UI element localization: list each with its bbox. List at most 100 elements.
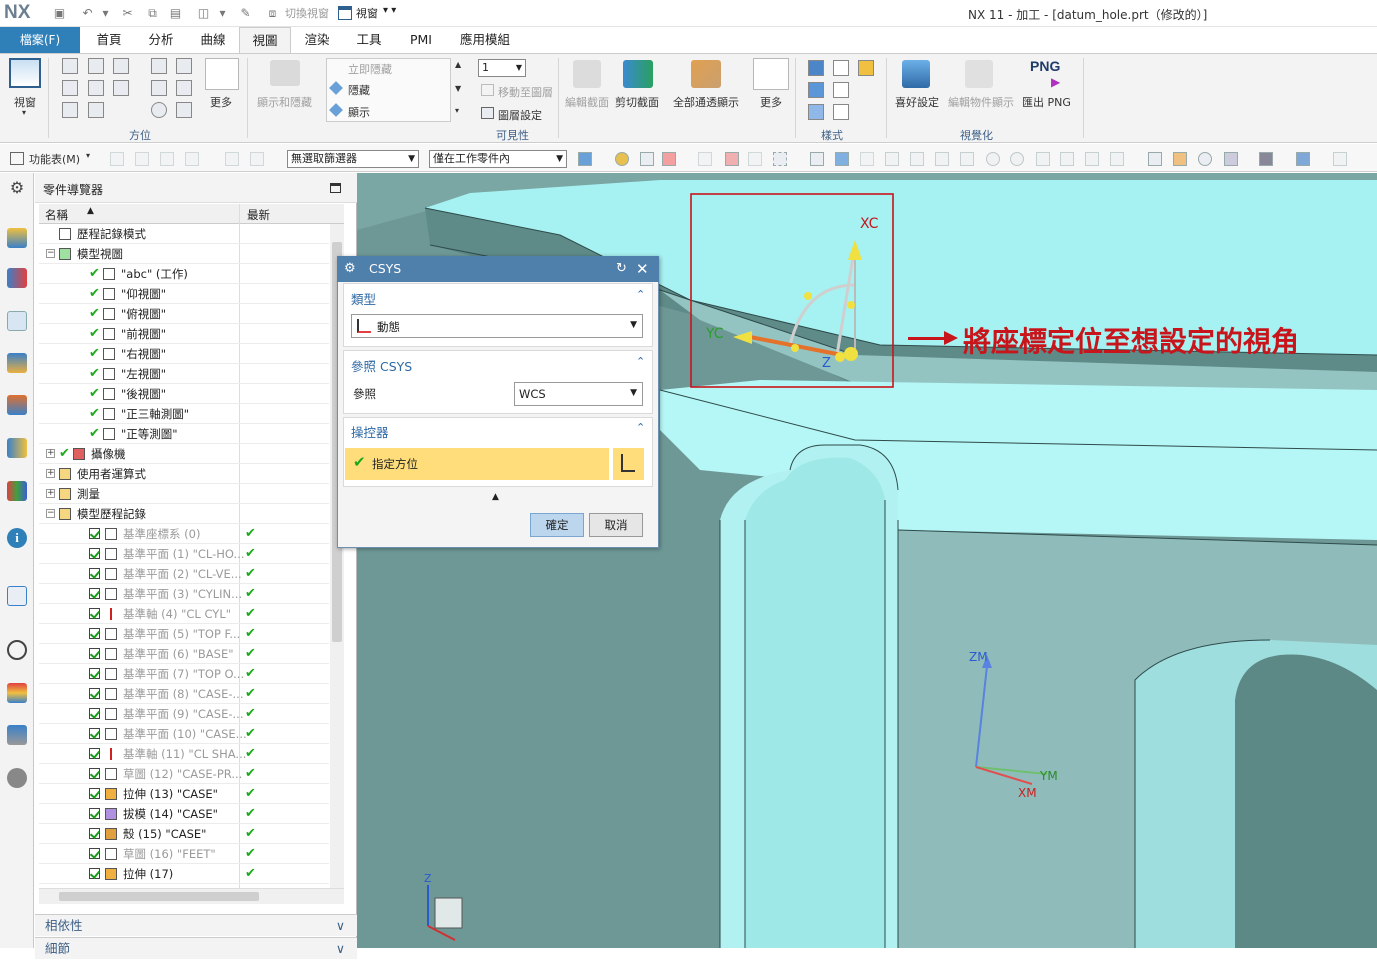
web-browser-icon[interactable] (7, 438, 27, 458)
expand-icon[interactable]: + (46, 449, 55, 458)
check-icon[interactable]: ✔ (89, 324, 100, 344)
paste-icon[interactable]: ▤ (168, 6, 183, 21)
view-tool-icon-1[interactable] (1148, 152, 1162, 166)
more-orient-icon[interactable] (205, 58, 239, 90)
tree-row[interactable]: 基準平面 (5) "TOP F... ✔ (39, 624, 329, 644)
collapse-icon[interactable]: ⌃ (636, 288, 645, 301)
tree-row[interactable]: 拔模 (14) "CASE" ✔ (39, 804, 329, 824)
visibility-checkbox[interactable] (89, 648, 100, 659)
clock-icon[interactable] (7, 640, 27, 660)
type-filter-select[interactable]: 無選取篩選器 ▼ (287, 150, 419, 168)
show-through-icon[interactable] (691, 60, 721, 88)
top-view-icon[interactable] (113, 58, 129, 74)
view-window-icon[interactable] (9, 58, 41, 88)
assembly-navigator-icon[interactable] (7, 228, 27, 248)
visibility-checkbox[interactable] (89, 628, 100, 639)
scroll-up-icon[interactable]: ▲ (455, 60, 461, 69)
cancel-button[interactable]: 取消 (589, 513, 643, 537)
tree-row[interactable]: 草圖 (12) "CASE-PR... ✔ (39, 764, 329, 784)
select-icon-2[interactable] (615, 152, 629, 166)
layer-select[interactable]: 1 ▼ (478, 59, 526, 77)
tree-row[interactable]: 基準軸 (4) "CL CYL" ✔ (39, 604, 329, 624)
tab-render[interactable]: 渲染 (291, 27, 343, 53)
select-icon-5[interactable] (698, 152, 712, 166)
expand-icon[interactable]: + (46, 469, 55, 478)
snap-icon-4[interactable] (185, 152, 199, 166)
snap-point-icon-5[interactable] (960, 152, 974, 166)
toggle-window-icon[interactable]: ⧈ (265, 6, 280, 21)
copy-icon[interactable]: ⧉ (145, 6, 160, 21)
snap-quadrant-icon[interactable] (1010, 152, 1024, 166)
tree-row[interactable]: 基準平面 (7) "TOP O... ✔ (39, 664, 329, 684)
reuse-library-icon[interactable] (7, 353, 27, 373)
gear-icon[interactable]: ⚙ (7, 178, 27, 198)
menu-chevron-icon[interactable]: ▾ (86, 151, 90, 160)
visibility-checkbox[interactable] (89, 808, 100, 819)
type-section-header[interactable]: 類型 (351, 289, 376, 308)
studio-icon[interactable] (858, 60, 874, 76)
tree-row[interactable]: ✔ "後視圖" (39, 384, 329, 404)
expand-icon[interactable]: + (46, 489, 55, 498)
check-icon[interactable]: ✔ (89, 424, 100, 444)
tab-home[interactable]: 首頁 (83, 27, 135, 53)
visibility-checkbox[interactable] (89, 868, 100, 879)
view-window-chevron-icon[interactable]: ▾ (22, 108, 26, 117)
tree-row[interactable]: 殼 (15) "CASE" ✔ (39, 824, 329, 844)
reference-section-header[interactable]: 參照 CSYS (351, 356, 412, 375)
visibility-checkbox[interactable] (89, 848, 100, 859)
tree-row[interactable]: 基準平面 (1) "CL-HO... ✔ (39, 544, 329, 564)
tab-tools[interactable]: 工具 (343, 27, 395, 53)
tree-row[interactable]: ✔ "俯視圖" (39, 304, 329, 324)
tree-row[interactable]: − 模型視圖 (39, 244, 329, 264)
tree-row[interactable]: ✔ "前視圖" (39, 324, 329, 344)
tree-row[interactable]: + 使用者運算式 (39, 464, 329, 484)
cube-icon-2[interactable] (835, 152, 849, 166)
window-dropdown-icon[interactable]: ▾ (215, 6, 230, 21)
select-icon-1[interactable] (578, 152, 592, 166)
show-all-through-button[interactable]: 全部通透顯示 (673, 94, 739, 110)
view-tool-icon-5[interactable] (1296, 152, 1310, 166)
close-icon[interactable]: ✕ (636, 256, 649, 282)
edit-section-button[interactable]: 編輯截面 (565, 94, 609, 110)
check-icon[interactable]: ✔ (89, 284, 100, 304)
shaded-icon[interactable] (808, 82, 824, 98)
rect-select-icon[interactable] (773, 152, 787, 166)
tab-analysis[interactable]: 分析 (135, 27, 187, 53)
snap-point-icon-1[interactable] (860, 152, 874, 166)
check-icon[interactable]: ✔ (89, 384, 100, 404)
snap-point-icon-8[interactable] (1085, 152, 1099, 166)
scroll-down-icon[interactable]: ▼ (455, 84, 461, 93)
history-palette-icon[interactable] (7, 481, 27, 501)
tree-row[interactable]: ✔ "右視圖" (39, 344, 329, 364)
png-icon[interactable]: PNG (1030, 58, 1060, 74)
sort-asc-icon[interactable]: ▲ (87, 206, 94, 216)
view-tool-icon-3[interactable] (1224, 152, 1238, 166)
brush-icon[interactable]: ✎ (238, 6, 253, 21)
tree-row[interactable]: 基準平面 (3) "CYLIN... ✔ (39, 584, 329, 604)
visibility-checkbox[interactable] (89, 568, 100, 579)
tree-row[interactable]: 拉伸 (13) "CASE" ✔ (39, 784, 329, 804)
tree-row[interactable]: ✔ "正等測圖" (39, 424, 329, 444)
tree-row[interactable]: 基準平面 (2) "CL-VE... ✔ (39, 564, 329, 584)
check-icon[interactable]: ✔ (89, 264, 100, 284)
tab-pmi[interactable]: PMI (395, 27, 447, 53)
preferences-button[interactable]: 喜好設定 (895, 94, 939, 110)
edit-section-icon[interactable] (573, 60, 601, 88)
zoom-icon[interactable] (176, 58, 192, 74)
column-name[interactable]: 名稱 (45, 207, 68, 223)
snap-point-icon-6[interactable] (1036, 152, 1050, 166)
tree-row[interactable]: 基準平面 (10) "CASE... ✔ (39, 724, 329, 744)
tree-row[interactable]: 歷程記錄模式 (39, 224, 329, 244)
reference-select[interactable]: WCS ▼ (514, 382, 643, 406)
check-icon[interactable]: ✔ (59, 444, 70, 464)
tree-row[interactable]: 基準座標系 (0) ✔ (39, 524, 329, 544)
layer-settings-button[interactable]: 圖層設定 (498, 107, 542, 123)
tab-curve[interactable]: 曲線 (187, 27, 239, 53)
select-icon-7[interactable] (748, 152, 762, 166)
pencil-icon[interactable] (176, 80, 192, 96)
tree-row[interactable]: ✔ "左視圖" (39, 364, 329, 384)
specify-orientation-row[interactable]: ✔ 指定方位 (345, 448, 609, 480)
more-orient-button[interactable]: 更多 (210, 94, 232, 110)
details-panel[interactable]: 細節 ∨ (35, 937, 357, 959)
toggle-window-label[interactable]: 切換視窗 (285, 5, 329, 21)
